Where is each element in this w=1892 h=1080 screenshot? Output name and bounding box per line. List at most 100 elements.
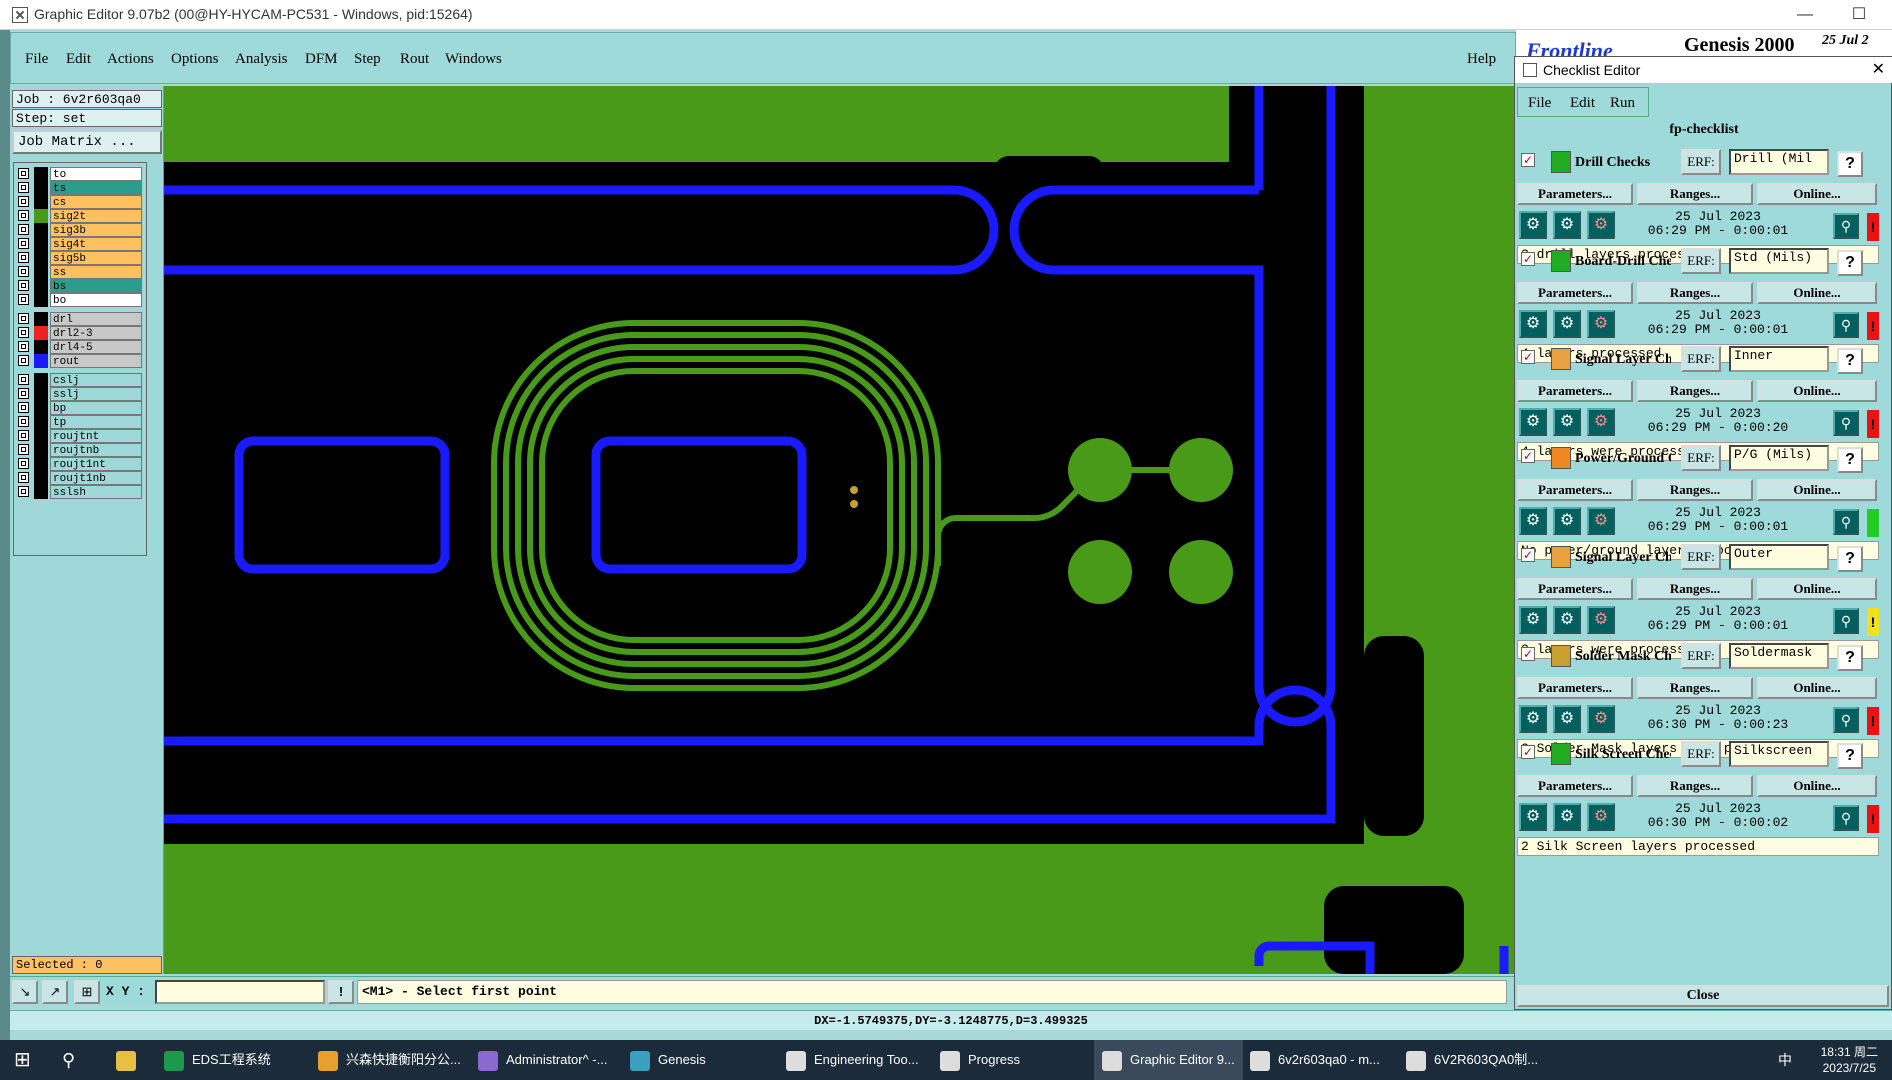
menu-windows[interactable]: Windows: [445, 51, 502, 68]
layer-row-cslj[interactable]: cslj: [16, 373, 144, 387]
taskbar-app[interactable]: 兴森快捷衡阳分公...: [318, 1040, 461, 1080]
close-icon[interactable]: ✕: [1872, 57, 1885, 83]
layer-row-sig4t[interactable]: sig4t: [16, 237, 144, 251]
run-action-icon[interactable]: ⚙: [1553, 309, 1581, 338]
menu-help[interactable]: Help: [1467, 51, 1496, 68]
menu-file[interactable]: File: [25, 51, 48, 68]
taskbar-app[interactable]: 6V2R603QA0制...: [1406, 1040, 1538, 1080]
magnify-icon[interactable]: ⚲: [1833, 607, 1859, 634]
item-enabled-checkbox[interactable]: ✓: [1521, 646, 1535, 661]
ime-indicator[interactable]: 中: [1778, 1040, 1792, 1080]
layer-checkbox[interactable]: [18, 416, 29, 427]
erf-button[interactable]: ERF:: [1681, 741, 1721, 768]
layer-checkbox[interactable]: [18, 458, 29, 469]
layer-checkbox[interactable]: [18, 444, 29, 455]
layer-row-sig5b[interactable]: sig5b: [16, 251, 144, 265]
help-button[interactable]: ?: [1837, 545, 1863, 572]
stop-action-icon[interactable]: ⚙: [1587, 507, 1615, 536]
layer-row-drl[interactable]: drl: [16, 312, 144, 326]
search-icon[interactable]: ⚲: [62, 1040, 75, 1080]
layer-row-ts[interactable]: ts: [16, 181, 144, 195]
layer-row-bo[interactable]: bo: [16, 293, 144, 307]
layer-name[interactable]: sig5b: [50, 251, 142, 265]
start-icon[interactable]: ⊞: [14, 1040, 31, 1080]
menu-rout[interactable]: Rout: [400, 51, 429, 68]
minimize-button[interactable]: —: [1790, 4, 1820, 26]
erf-button[interactable]: ERF:: [1681, 247, 1721, 274]
magnify-icon[interactable]: ⚲: [1833, 213, 1859, 239]
menu-step[interactable]: Step: [354, 51, 381, 68]
layer-checkbox[interactable]: [18, 388, 29, 399]
parameters-button[interactable]: Parameters...: [1517, 676, 1633, 699]
item-enabled-checkbox[interactable]: ✓: [1521, 153, 1535, 167]
layer-name[interactable]: ts: [50, 181, 142, 195]
layer-name[interactable]: bp: [50, 401, 142, 415]
run-action-icon[interactable]: ⚙: [1553, 507, 1581, 536]
ranges-button[interactable]: Ranges...: [1637, 676, 1753, 699]
layer-name[interactable]: sig2t: [50, 209, 142, 223]
ranges-button[interactable]: Ranges...: [1637, 183, 1753, 205]
parameters-button[interactable]: Parameters...: [1517, 479, 1633, 502]
erf-value-field[interactable]: Inner: [1729, 346, 1829, 373]
run-action-icon[interactable]: ⚙: [1519, 211, 1547, 239]
layer-name[interactable]: tp: [50, 415, 142, 429]
layer-row-sig3b[interactable]: sig3b: [16, 223, 144, 237]
layer-checkbox[interactable]: [18, 402, 29, 413]
xy-input[interactable]: [155, 980, 325, 1004]
erf-value-field[interactable]: Soldermask: [1729, 642, 1829, 669]
run-action-icon[interactable]: ⚙: [1519, 605, 1547, 634]
item-enabled-checkbox[interactable]: ✓: [1521, 745, 1535, 760]
taskbar-app[interactable]: Progress: [940, 1040, 1020, 1080]
stop-action-icon[interactable]: ⚙: [1587, 704, 1615, 733]
help-button[interactable]: ?: [1837, 743, 1863, 770]
layer-row-ss[interactable]: ss: [16, 265, 144, 279]
online-button[interactable]: Online...: [1757, 380, 1877, 403]
run-action-icon[interactable]: ⚙: [1553, 803, 1581, 832]
layer-name[interactable]: roujt1nt: [50, 457, 142, 471]
layer-checkbox[interactable]: [18, 313, 29, 324]
item-enabled-checkbox[interactable]: ✓: [1521, 350, 1535, 365]
checklist-menu-file[interactable]: File: [1528, 95, 1551, 112]
erf-value-field[interactable]: Drill (Mil: [1729, 149, 1829, 175]
erf-button[interactable]: ERF:: [1681, 445, 1721, 472]
layer-row-roujt1nt[interactable]: roujt1nt: [16, 457, 144, 471]
ranges-button[interactable]: Ranges...: [1637, 479, 1753, 502]
magnify-icon[interactable]: ⚲: [1833, 706, 1859, 733]
menu-dfm[interactable]: DFM: [305, 51, 338, 68]
layer-name[interactable]: sslj: [50, 387, 142, 401]
layer-checkbox[interactable]: [18, 355, 29, 366]
online-button[interactable]: Online...: [1757, 281, 1877, 304]
layer-name[interactable]: cs: [50, 195, 142, 209]
online-button[interactable]: Online...: [1757, 676, 1877, 699]
run-action-icon[interactable]: ⚙: [1553, 704, 1581, 733]
stop-action-icon[interactable]: ⚙: [1587, 605, 1615, 634]
layer-checkbox[interactable]: [18, 327, 29, 338]
item-enabled-checkbox[interactable]: ✓: [1521, 251, 1535, 266]
item-enabled-checkbox[interactable]: ✓: [1521, 547, 1535, 562]
layer-checkbox[interactable]: [18, 486, 29, 497]
stop-action-icon[interactable]: ⚙: [1587, 309, 1615, 338]
layer-row-roujtnb[interactable]: roujtnb: [16, 443, 144, 457]
job-matrix-button[interactable]: Job Matrix ...: [12, 130, 162, 154]
layer-name[interactable]: drl4-5: [50, 340, 142, 354]
layer-row-roujt1nb[interactable]: roujt1nb: [16, 471, 144, 485]
layer-checkbox[interactable]: [18, 210, 29, 221]
help-button[interactable]: ?: [1837, 249, 1863, 276]
layer-row-rout[interactable]: rout: [16, 354, 144, 368]
zoom-tool-button[interactable]: ↘: [12, 980, 38, 1004]
layer-name[interactable]: drl: [50, 312, 142, 326]
layer-checkbox[interactable]: [18, 266, 29, 277]
online-button[interactable]: Online...: [1757, 183, 1877, 205]
layer-checkbox[interactable]: [18, 294, 29, 305]
taskbar-app[interactable]: EDS工程系统: [164, 1040, 271, 1080]
magnify-icon[interactable]: ⚲: [1833, 311, 1859, 338]
parameters-button[interactable]: Parameters...: [1517, 380, 1633, 403]
taskbar-app[interactable]: Administrator^ -...: [478, 1040, 607, 1080]
ranges-button[interactable]: Ranges...: [1637, 380, 1753, 403]
parameters-button[interactable]: Parameters...: [1517, 281, 1633, 304]
layer-name[interactable]: ss: [50, 265, 142, 279]
erf-button[interactable]: ERF:: [1681, 642, 1721, 669]
layer-row-drl4-5[interactable]: drl4-5: [16, 340, 144, 354]
run-action-icon[interactable]: ⚙: [1553, 408, 1581, 437]
layer-name[interactable]: sig3b: [50, 223, 142, 237]
